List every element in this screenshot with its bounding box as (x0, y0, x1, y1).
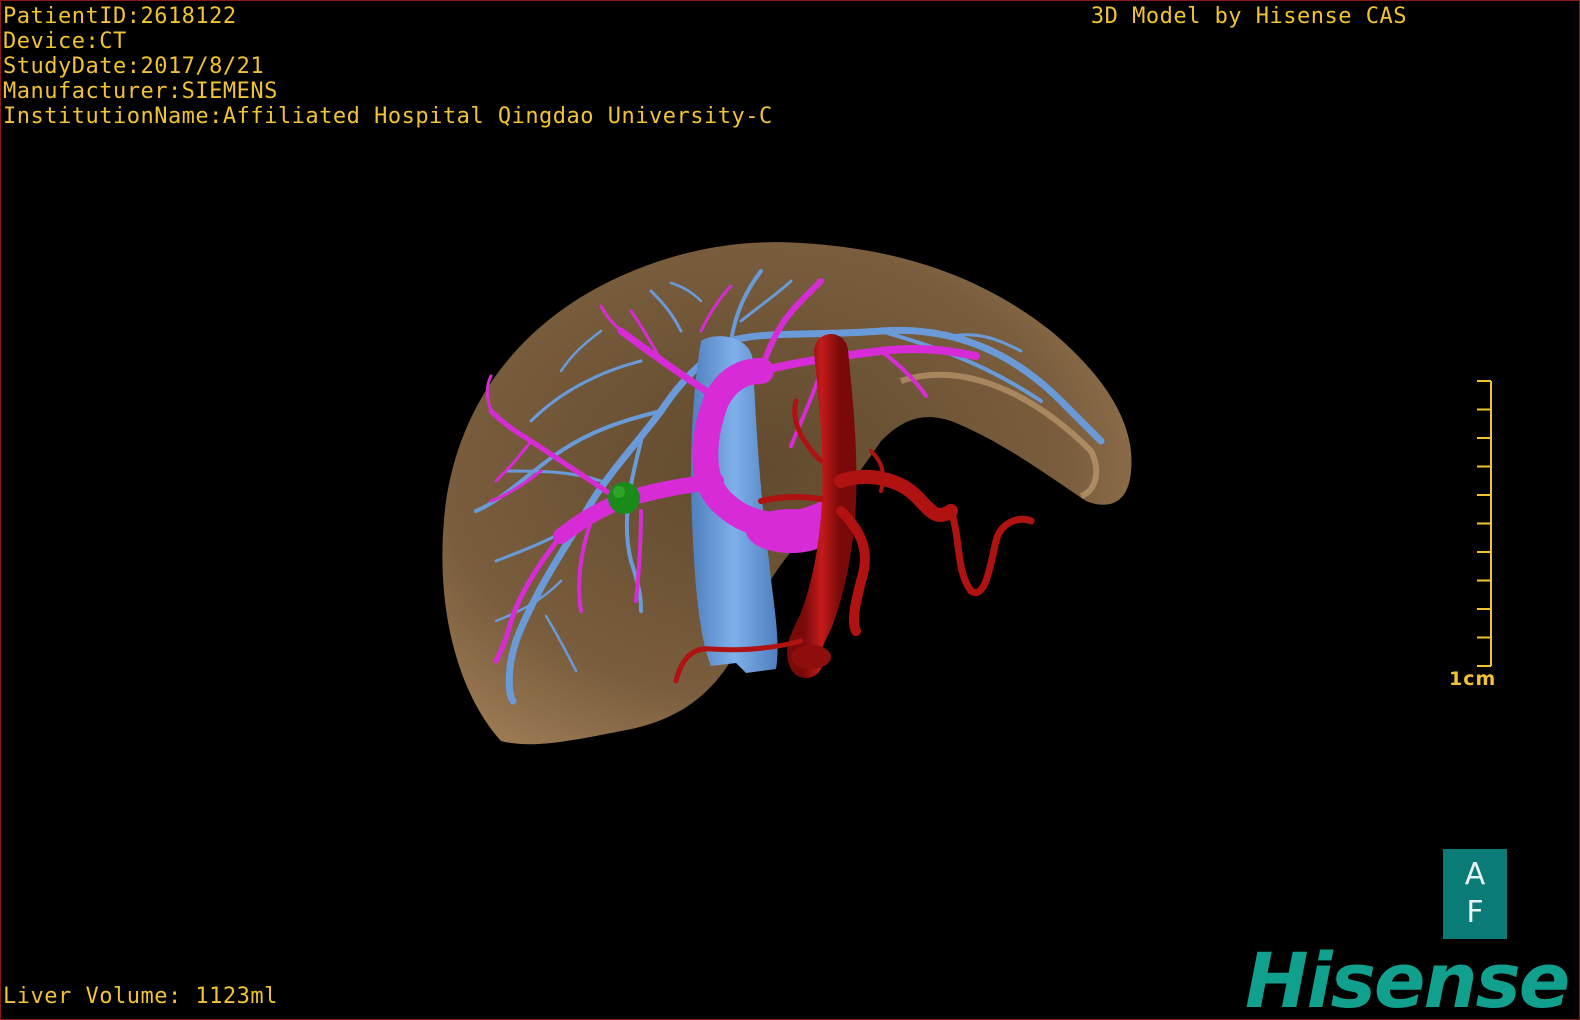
aorta-cross-section (791, 645, 831, 669)
scale-bar (1477, 380, 1492, 667)
orientation-foot-label: F (1466, 895, 1484, 930)
orientation-cube[interactable]: A F (1443, 849, 1507, 939)
lesion-highlight (613, 486, 625, 498)
hisense-logo: Hisense (1245, 936, 1570, 1020)
orientation-anterior-label: A (1464, 857, 1486, 892)
liver-3d-model[interactable] (1, 1, 1579, 1019)
scale-bar-label: 1cm (1449, 668, 1497, 690)
lesion-nodule[interactable] (608, 482, 640, 514)
liver-volume-readout: Liver Volume: 1123ml (3, 984, 278, 1009)
3d-viewport[interactable]: PatientID:2618122 Device:CT StudyDate:20… (0, 0, 1580, 1020)
